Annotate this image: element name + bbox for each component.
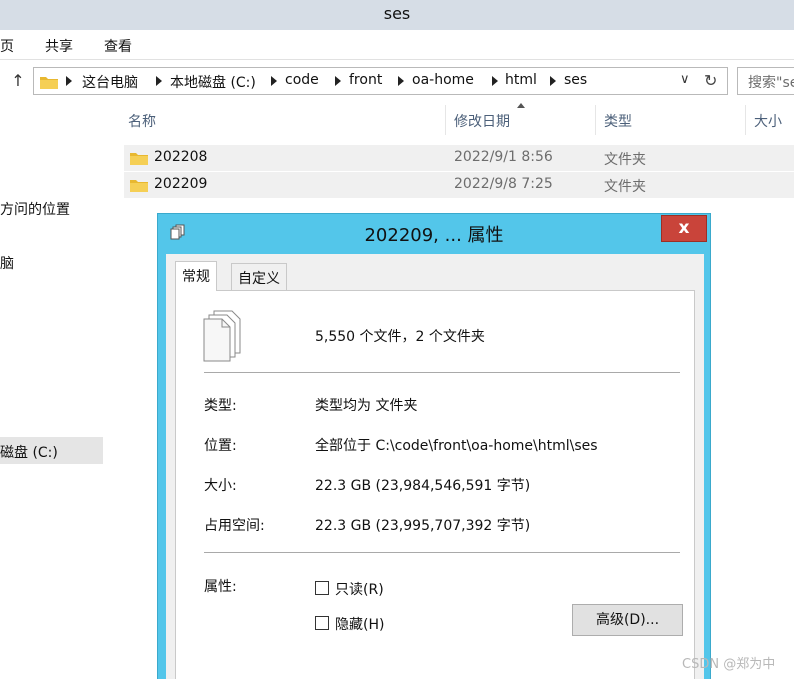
breadcrumb-separator-icon — [271, 76, 277, 86]
breadcrumb-separator-icon — [66, 76, 72, 86]
breadcrumb-separator-icon — [398, 76, 404, 86]
breadcrumb-separator-icon — [156, 76, 162, 86]
breadcrumb-separator-icon — [335, 76, 341, 86]
breadcrumb-front[interactable]: front — [349, 72, 382, 88]
refresh-icon[interactable]: ↻ — [704, 71, 717, 90]
file-type: 文件夹 — [604, 179, 646, 195]
up-arrow-icon[interactable]: ↑ — [8, 70, 28, 92]
size-value: 22.3 GB (23,984,546,591 字节) — [315, 478, 531, 494]
chevron-down-icon[interactable]: ∨ — [680, 72, 690, 87]
properties-dialog: 202209, ... 属性 x 常规 自定义 5,550 个文件，2 个文件夹… — [157, 213, 711, 679]
column-header-date[interactable]: 修改日期 — [446, 105, 596, 135]
dialog-title: 202209, ... 属性 — [364, 225, 504, 246]
search-placeholder: 搜索"se — [748, 75, 794, 91]
folder-icon — [130, 180, 148, 192]
disk-usage-value: 22.3 GB (23,995,707,392 字节) — [315, 518, 531, 534]
breadcrumb-separator-icon — [492, 76, 498, 86]
attributes-label: 属性: — [204, 579, 237, 595]
file-name: 202208 — [154, 149, 208, 165]
file-type: 文件夹 — [604, 152, 646, 168]
nav-item-this-pc[interactable]: 脑 — [0, 253, 14, 273]
nav-item-quick-access[interactable]: 方问的位置 — [0, 199, 70, 219]
tab-custom[interactable]: 自定义 — [231, 263, 287, 290]
divider — [204, 372, 680, 373]
advanced-button[interactable]: 高级(D)... — [572, 604, 683, 636]
multiple-files-icon — [203, 310, 241, 362]
file-name: 202209 — [154, 176, 208, 192]
folder-icon — [40, 77, 58, 89]
breadcrumb-code[interactable]: code — [285, 72, 319, 88]
readonly-checkbox[interactable] — [315, 581, 329, 595]
nav-item-local-disk[interactable]: 磁盘 (C:) — [0, 442, 58, 462]
type-label: 类型: — [204, 398, 237, 414]
breadcrumb-html[interactable]: html — [505, 72, 537, 88]
watermark-text: CSDN @郑为中 — [682, 657, 776, 672]
column-header-size[interactable]: 大小 — [746, 105, 794, 135]
window-titlebar: ses — [0, 0, 794, 30]
location-label: 位置: — [204, 438, 237, 454]
ribbon-tab-view[interactable]: 查看 — [104, 36, 132, 56]
hidden-label[interactable]: 隐藏(H) — [335, 614, 384, 634]
files-summary: 5,550 个文件，2 个文件夹 — [315, 329, 485, 345]
breadcrumb-ses[interactable]: ses — [564, 72, 587, 88]
breadcrumb-this-pc[interactable]: 这台电脑 — [82, 72, 138, 92]
ribbon-tab-share[interactable]: 共享 — [45, 36, 73, 56]
tab-general[interactable]: 常规 — [175, 261, 217, 291]
size-label: 大小: — [204, 478, 237, 494]
readonly-label[interactable]: 只读(R) — [335, 579, 384, 599]
breadcrumb-separator-icon — [550, 76, 556, 86]
search-box[interactable]: 搜索"se — [737, 67, 794, 95]
location-value: 全部位于 C:\code\front\oa-home\html\ses — [315, 438, 598, 454]
column-header-type[interactable]: 类型 — [596, 105, 746, 135]
window-title: ses — [383, 4, 411, 23]
address-bar[interactable]: 这台电脑 本地磁盘 (C:) code front oa-home html s… — [33, 67, 728, 95]
type-value: 类型均为 文件夹 — [315, 398, 418, 414]
divider — [204, 552, 680, 553]
ribbon-tabs: 页 共享 查看 — [0, 30, 794, 60]
hidden-checkbox[interactable] — [315, 616, 329, 630]
ribbon-tab-home[interactable]: 页 — [0, 36, 14, 56]
close-button[interactable]: x — [661, 215, 707, 242]
file-date: 2022/9/8 7:25 — [454, 176, 553, 192]
breadcrumb-local-disk[interactable]: 本地磁盘 (C:) — [170, 72, 256, 92]
disk-usage-label: 占用空间: — [204, 518, 265, 534]
file-date: 2022/9/1 8:56 — [454, 149, 553, 165]
general-panel: 5,550 个文件，2 个文件夹 类型: 类型均为 文件夹 位置: 全部位于 C… — [175, 290, 695, 679]
dialog-body: 常规 自定义 5,550 个文件，2 个文件夹 类型: 类型均为 文件夹 位置:… — [166, 254, 704, 679]
column-header-name[interactable]: 名称 — [120, 105, 446, 135]
file-row[interactable]: 202208 2022/9/1 8:56 文件夹 — [124, 145, 794, 171]
breadcrumb-oa-home[interactable]: oa-home — [412, 72, 474, 88]
folder-icon — [130, 153, 148, 165]
file-row[interactable]: 202209 2022/9/8 7:25 文件夹 — [124, 172, 794, 198]
